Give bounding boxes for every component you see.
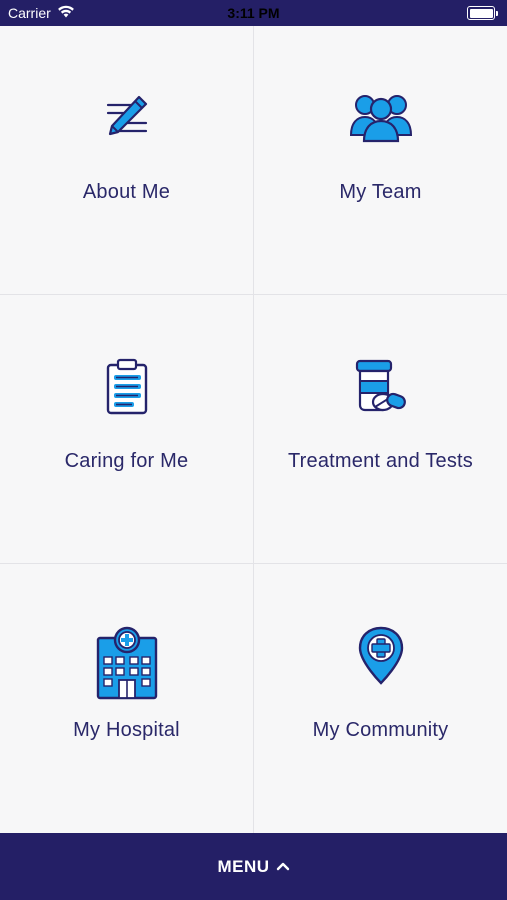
tile-my-hospital[interactable]: My Hospital	[0, 564, 254, 833]
tile-caring-for-me[interactable]: Caring for Me	[0, 295, 254, 564]
wifi-icon	[57, 5, 75, 21]
team-people-icon	[346, 86, 416, 150]
pencil-notes-icon	[92, 86, 162, 150]
carrier-label: Carrier	[8, 5, 51, 21]
tile-my-community[interactable]: My Community	[254, 564, 507, 833]
tile-label: My Community	[312, 719, 449, 741]
battery-icon	[467, 6, 498, 20]
tile-label: Treatment and Tests	[287, 450, 473, 472]
chevron-up-icon	[276, 858, 290, 876]
tile-label: My Team	[339, 181, 422, 203]
tile-about-me[interactable]: About Me	[0, 26, 254, 295]
tile-label: Caring for Me	[64, 450, 189, 472]
tile-label: My Hospital	[73, 719, 180, 741]
home-grid: About Me My Team Caring for Me Treatment…	[0, 26, 507, 833]
tile-label: About Me	[82, 181, 171, 203]
tile-treatment-and-tests[interactable]: Treatment and Tests	[254, 295, 507, 564]
status-bar: Carrier	[0, 0, 507, 26]
menu-button[interactable]: MENU	[0, 833, 507, 900]
location-cross-icon	[346, 624, 416, 688]
clipboard-icon	[92, 355, 162, 419]
pill-bottle-icon	[346, 355, 416, 419]
status-left: Carrier	[8, 5, 75, 21]
hospital-building-icon	[92, 622, 162, 702]
menu-inner: MENU	[217, 857, 289, 877]
tile-my-team[interactable]: My Team	[254, 26, 507, 295]
menu-label: MENU	[217, 856, 270, 876]
